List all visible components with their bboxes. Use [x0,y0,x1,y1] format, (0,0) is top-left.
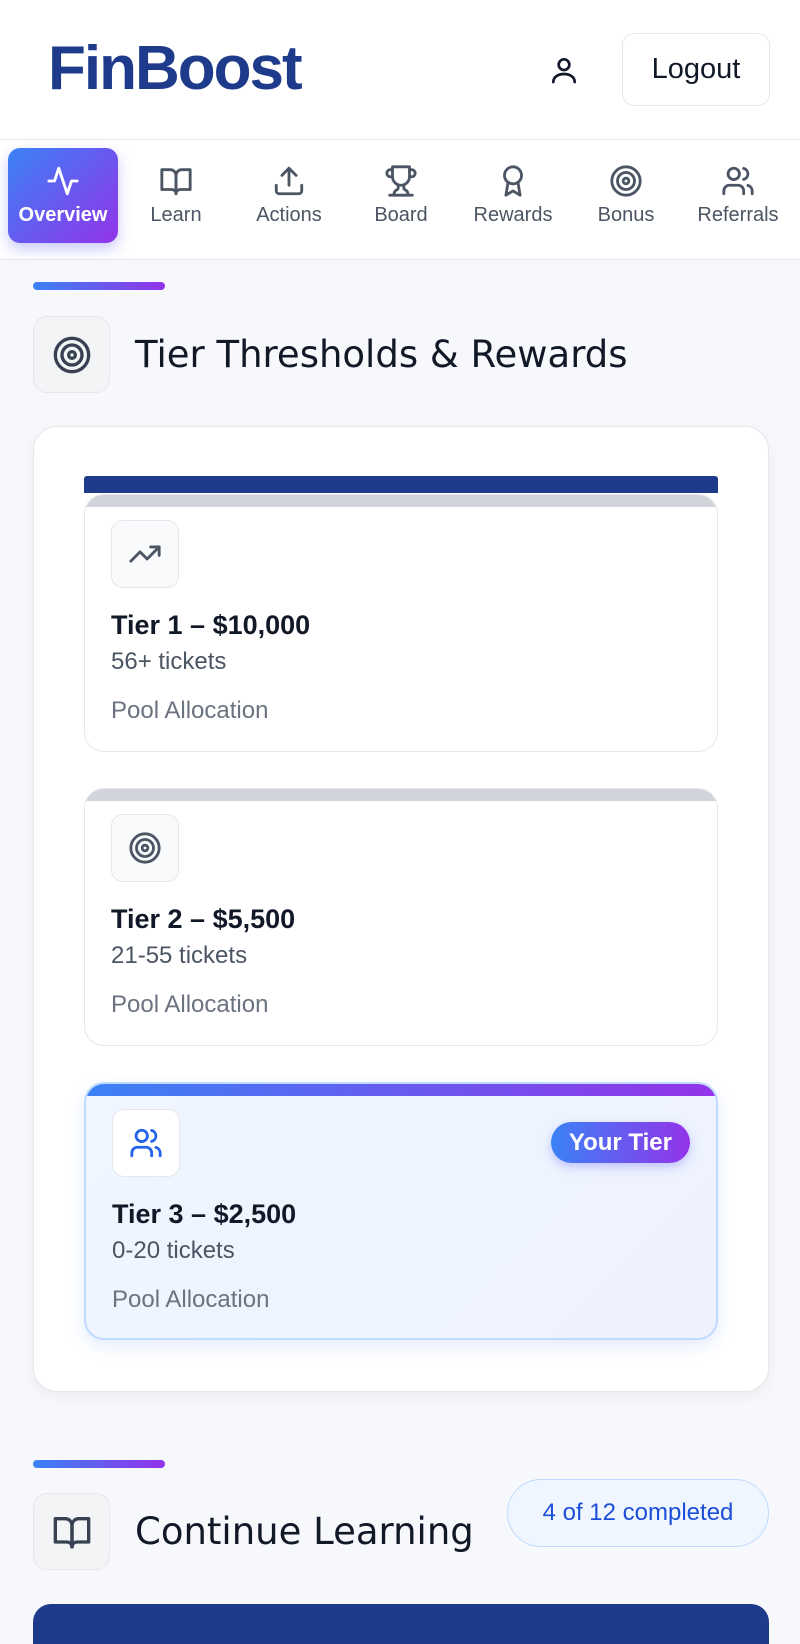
progress-badge: 4 of 12 completed [507,1479,769,1547]
tier-allocation: Pool Allocation [111,991,269,1018]
tab-referrals-label: Referrals [697,204,779,226]
tab-board-label: Board [374,204,428,226]
award-icon [503,165,523,197]
card-stripe [85,495,717,507]
tab-overview[interactable]: Overview [8,148,118,243]
main-nav: Overview Learn Actions Board Rewards Bon… [0,140,800,260]
logout-button[interactable]: Logout [622,33,770,106]
tier-allocation: Pool Allocation [111,697,269,724]
tier-tickets: 56+ tickets [111,648,227,675]
book-icon [160,168,192,196]
tier-card-current: Your Tier Tier 3 – $2,500 0-20 tickets P… [84,1082,718,1340]
learning-card[interactable] [33,1604,769,1644]
tier-allocation: Pool Allocation [112,1286,270,1313]
tab-learn-label: Learn [150,204,202,226]
tab-overview-label: Overview [18,204,108,226]
target-icon [610,165,642,197]
tab-actions-label: Actions [256,204,322,226]
your-tier-badge: Your Tier [550,1122,690,1163]
tab-learn[interactable]: Learn [121,148,231,243]
users-icon [722,166,754,196]
tier-tickets: 21-55 tickets [111,942,248,969]
card-stripe [86,1084,716,1096]
tier-name: Tier 3 – $2,500 [112,1199,297,1229]
app-header: FinBoost Logout [0,0,800,140]
brand-logo[interactable]: FinBoost [48,34,303,104]
target-icon [111,814,179,882]
book-icon [33,1493,110,1570]
tier-name: Tier 1 – $10,000 [111,610,311,640]
trophy-icon [385,165,417,197]
tab-bonus-label: Bonus [597,204,655,226]
tier-card: Tier 2 – $5,500 21-55 tickets Pool Alloc… [84,788,718,1046]
card-stripe [85,789,717,801]
tab-rewards-label: Rewards [473,204,553,226]
tab-bonus[interactable]: Bonus [571,148,681,243]
tab-rewards[interactable]: Rewards [458,148,568,243]
target-icon [33,316,110,393]
activity-icon [47,166,79,196]
tab-referrals[interactable]: Referrals [683,148,793,243]
panel-top-bar [84,476,718,493]
tier-card: Tier 1 – $10,000 56+ tickets Pool Alloca… [84,494,718,752]
tier-tickets: 0-20 tickets [112,1237,235,1264]
users-icon [112,1109,180,1177]
user-icon[interactable] [548,52,580,88]
section-title: Continue Learning [135,1510,474,1553]
tab-board[interactable]: Board [346,148,456,243]
tier-name: Tier 2 – $5,500 [111,904,296,934]
tab-actions[interactable]: Actions [234,148,344,243]
section-accent-bar [33,282,165,290]
section-title: Tier Thresholds & Rewards [135,333,628,376]
trending-up-icon [111,520,179,588]
upload-icon [274,166,304,196]
section-accent-bar [33,1460,165,1468]
